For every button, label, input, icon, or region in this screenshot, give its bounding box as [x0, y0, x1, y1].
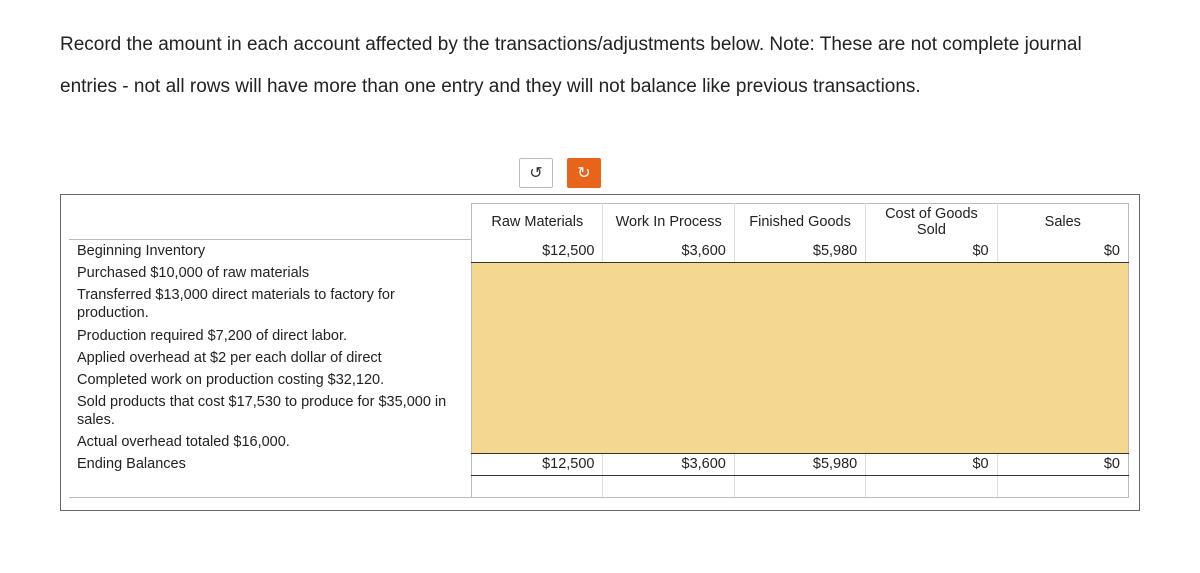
redo-icon: ↻: [577, 163, 590, 183]
ending-finished-goods: $5,980: [734, 453, 865, 475]
col-header-work-in-process: Work In Process: [603, 203, 734, 240]
beginning-label: Beginning Inventory: [69, 240, 472, 263]
beginning-sales: $0: [997, 240, 1128, 263]
beginning-wip: $3,600: [603, 240, 734, 263]
ending-raw-materials: $12,500: [472, 453, 603, 475]
transaction-label: Actual overhead totaled $16,000.: [69, 431, 472, 453]
table-footer-row: [69, 475, 1129, 497]
beginning-finished-goods: $5,980: [734, 240, 865, 263]
ending-label: Ending Balances: [69, 453, 472, 475]
ending-sales: $0: [997, 453, 1128, 475]
spreadsheet-container: Raw Materials Work In Process Finished G…: [60, 194, 1140, 511]
col-header-cogs: Cost of Goods Sold: [866, 203, 997, 240]
beginning-raw-materials: $12,500: [472, 240, 603, 263]
ending-balances-row: Ending Balances $12,500 $3,600 $5,980 $0…: [69, 453, 1129, 475]
instructions-text: Record the amount in each account affect…: [60, 24, 1140, 108]
transaction-label: Completed work on production costing $32…: [69, 369, 472, 391]
col-header-sales: Sales: [997, 203, 1128, 240]
transaction-label: Sold products that cost $17,530 to produ…: [69, 391, 472, 431]
transaction-row: Purchased $10,000 of raw materials: [69, 262, 1129, 284]
ending-cogs: $0: [866, 453, 997, 475]
toolbar: ↺ ↻: [0, 158, 1140, 188]
accounts-table: Raw Materials Work In Process Finished G…: [69, 203, 1129, 498]
undo-icon: ↺: [529, 163, 542, 183]
input-area[interactable]: [472, 262, 1129, 453]
beginning-cogs: $0: [866, 240, 997, 263]
redo-button[interactable]: ↻: [567, 158, 601, 188]
column-header-row: Raw Materials Work In Process Finished G…: [69, 203, 1129, 240]
transaction-label: Applied overhead at $2 per each dollar o…: [69, 347, 472, 369]
beginning-inventory-row: Beginning Inventory $12,500 $3,600 $5,98…: [69, 240, 1129, 263]
transaction-label: Transferred $13,000 direct materials to …: [69, 284, 472, 324]
col-header-finished-goods: Finished Goods: [734, 203, 865, 240]
transaction-label: Purchased $10,000 of raw materials: [69, 262, 472, 284]
transaction-label: Production required $7,200 of direct lab…: [69, 325, 472, 347]
col-header-raw-materials: Raw Materials: [472, 203, 603, 240]
undo-button[interactable]: ↺: [519, 158, 553, 188]
ending-wip: $3,600: [603, 453, 734, 475]
